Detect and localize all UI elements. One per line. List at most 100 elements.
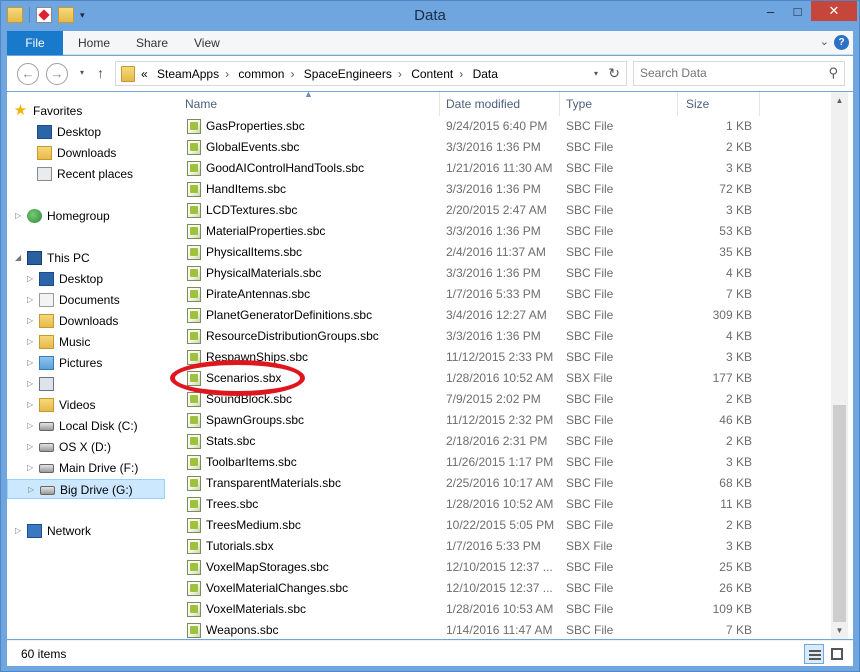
tab-file[interactable]: File	[7, 31, 63, 55]
file-row[interactable]: Trees.sbc 1/28/2016 10:52 AM SBC File 11 KB	[179, 494, 827, 515]
nav-item-camera[interactable]: ▷	[7, 374, 167, 394]
nav-item-network[interactable]: ▷ Network	[7, 521, 167, 541]
file-row[interactable]: RespawnShips.sbc 11/12/2015 2:33 PM SBC Fi…	[179, 347, 827, 368]
file-row[interactable]: SpawnGroups.sbc 11/12/2015 2:32 PM SBC Fil…	[179, 410, 827, 431]
expand-icon[interactable]: ▷	[27, 395, 33, 415]
network-icon	[27, 524, 42, 538]
file-row[interactable]: Weapons.sbc 1/14/2016 11:47 AM SBC File 7 K…	[179, 620, 827, 641]
expand-icon[interactable]: ▷	[15, 521, 21, 541]
expand-icon[interactable]: ▷	[28, 480, 34, 500]
scrollbar-thumb[interactable]	[833, 405, 846, 622]
expand-icon[interactable]: ▷	[27, 353, 33, 373]
file-row[interactable]: HandItems.sbc 3/3/2016 1:36 PM SBC File 72 …	[179, 179, 827, 200]
nav-item-big-drive-g[interactable]: ▷ Big Drive (G:)	[7, 479, 165, 499]
up-button[interactable]: ↑	[97, 65, 104, 81]
file-row[interactable]: PhysicalMaterials.sbc 3/3/2016 1:36 PM SBC…	[179, 263, 827, 284]
title-bar[interactable]: ▾ Data – □ ✕	[1, 1, 859, 31]
nav-item-pictures[interactable]: ▷ Pictures	[7, 353, 167, 373]
file-row[interactable]: PlanetGeneratorDefinitions.sbc 3/4/2016 1…	[179, 305, 827, 326]
file-row[interactable]: TransparentMaterials.sbc 2/25/2016 10:17 …	[179, 473, 827, 494]
nav-item-favorites[interactable]: ★ Favorites	[7, 101, 167, 121]
column-header-size[interactable]: Size	[686, 92, 709, 116]
expand-icon[interactable]: ▷	[27, 290, 33, 310]
breadcrumb-data[interactable]: Data	[473, 67, 498, 81]
scroll-up-icon[interactable]: ▲	[831, 92, 848, 109]
breadcrumb-content[interactable]: Content	[411, 67, 453, 81]
file-size: 26 KB	[719, 581, 752, 595]
nav-item-desktop[interactable]: ▷ Desktop	[7, 269, 167, 289]
file-row[interactable]: PirateAntennas.sbc 1/7/2016 5:33 PM SBC Fi…	[179, 284, 827, 305]
file-row[interactable]: ResourceDistributionGroups.sbc 3/3/2016 1…	[179, 326, 827, 347]
expand-icon[interactable]: ▷	[27, 374, 33, 394]
help-icon[interactable]: ?	[834, 35, 849, 50]
file-name: HandItems.sbc	[206, 182, 287, 196]
nav-item-videos[interactable]: ▷ Videos	[7, 395, 167, 415]
file-row[interactable]: TreesMedium.sbc 10/22/2015 5:05 PM SBC Fil…	[179, 515, 827, 536]
file-row[interactable]: VoxelMaterialChanges.sbc 12/10/2015 12:37…	[179, 578, 827, 599]
search-input[interactable]	[640, 66, 815, 80]
file-row[interactable]: GasProperties.sbc 9/24/2015 6:40 PM SBC Fi…	[179, 116, 827, 137]
file-list: Name ▲ Date modified Type Size GasProper…	[179, 89, 827, 641]
forward-button[interactable]: →	[46, 63, 68, 85]
expand-icon[interactable]: ▷	[15, 206, 21, 226]
file-row[interactable]: PhysicalItems.sbc 2/4/2016 11:37 AM SBC Fi…	[179, 242, 827, 263]
nav-item-os-x-d[interactable]: ▷ OS X (D:)	[7, 437, 167, 457]
collapse-icon[interactable]: ◢	[15, 248, 21, 268]
file-row[interactable]: Tutorials.sbx 1/7/2016 5:33 PM SBX File 3 K…	[179, 536, 827, 557]
large-icons-view-button[interactable]	[827, 644, 847, 664]
tab-share[interactable]: Share	[136, 31, 168, 55]
nav-item-downloads[interactable]: Downloads	[7, 143, 167, 163]
file-row[interactable]: SoundBlock.sbc 7/9/2015 2:02 PM SBC File 2 …	[179, 389, 827, 410]
tab-home[interactable]: Home	[78, 31, 110, 55]
expand-icon[interactable]: ▷	[27, 311, 33, 331]
expand-icon[interactable]: ▷	[27, 416, 33, 436]
vertical-scrollbar[interactable]: ▲ ▼	[831, 92, 848, 639]
file-row[interactable]: LCDTextures.sbc 2/20/2015 2:47 AM SBC File…	[179, 200, 827, 221]
column-header-type[interactable]: Type	[566, 92, 592, 116]
file-row[interactable]: GoodAIControlHandTools.sbc 1/21/2016 11:3…	[179, 158, 827, 179]
expand-icon[interactable]: ▷	[27, 332, 33, 352]
nav-item-local-disk-c[interactable]: ▷ Local Disk (C:)	[7, 416, 167, 436]
nav-item-music[interactable]: ▷ Music	[7, 332, 167, 352]
scroll-down-icon[interactable]: ▼	[831, 622, 848, 639]
nav-item-documents[interactable]: ▷ Documents	[7, 290, 167, 310]
minimize-button[interactable]: –	[757, 1, 784, 21]
breadcrumb-spaceengineers[interactable]: SpaceEngineers	[304, 67, 392, 81]
close-button[interactable]: ✕	[811, 1, 857, 21]
refresh-icon[interactable]: ↻	[608, 65, 620, 82]
file-date-modified: 1/28/2016 10:53 AM	[446, 602, 554, 616]
file-type: SBC File	[566, 245, 614, 259]
nav-item-main-drive-f[interactable]: ▷ Main Drive (F:)	[7, 458, 167, 478]
address-bar[interactable]: « SteamApps › common › SpaceEngineers › Con…	[115, 61, 627, 86]
file-name: Scenarios.sbx	[206, 371, 282, 385]
breadcrumb-steamapps[interactable]: SteamApps	[157, 67, 219, 81]
expand-icon[interactable]: ▷	[27, 437, 33, 457]
file-row[interactable]: ToolbarItems.sbc 11/26/2015 1:17 PM SBC Fi…	[179, 452, 827, 473]
address-dropdown-icon[interactable]: ▾	[594, 69, 598, 78]
breadcrumb-common[interactable]: common	[238, 67, 284, 81]
tab-view[interactable]: View	[194, 31, 220, 55]
column-header-date-modified[interactable]: Date modified	[446, 92, 520, 116]
nav-item-this-pc[interactable]: ◢ This PC	[7, 248, 167, 268]
nav-item-downloads[interactable]: ▷ Downloads	[7, 311, 167, 331]
sort-ascending-icon: ▲	[304, 89, 313, 99]
expand-icon[interactable]: ▷	[27, 458, 33, 478]
back-button[interactable]: ←	[17, 63, 39, 85]
file-row[interactable]: GlobalEvents.sbc 3/3/2016 1:36 PM SBC File…	[179, 137, 827, 158]
nav-item-recent-places[interactable]: Recent places	[7, 164, 167, 184]
file-row[interactable]: Stats.sbc 2/18/2016 2:31 PM SBC File 2 KB	[179, 431, 827, 452]
search-icon[interactable]: ⚲	[828, 65, 838, 81]
expand-icon[interactable]: ▷	[27, 269, 33, 289]
expand-ribbon-icon[interactable]: ⌄	[820, 35, 829, 48]
recent-locations-dropdown-icon[interactable]: ▾	[80, 68, 84, 77]
file-row[interactable]: VoxelMaterials.sbc 1/28/2016 10:53 AM SBC …	[179, 599, 827, 620]
maximize-button[interactable]: □	[784, 1, 811, 21]
details-view-button[interactable]	[804, 644, 824, 664]
column-header-name[interactable]: Name	[185, 92, 217, 116]
breadcrumb-overflow[interactable]: «	[141, 67, 148, 81]
nav-item-homegroup[interactable]: ▷ Homegroup	[7, 206, 167, 226]
nav-item-desktop[interactable]: Desktop	[7, 122, 167, 142]
file-row[interactable]: VoxelMapStorages.sbc 12/10/2015 12:37 ...…	[179, 557, 827, 578]
file-row[interactable]: Scenarios.sbx 1/28/2016 10:52 AM SBX File 1…	[179, 368, 827, 389]
file-row[interactable]: MaterialProperties.sbc 3/3/2016 1:36 PM SB…	[179, 221, 827, 242]
